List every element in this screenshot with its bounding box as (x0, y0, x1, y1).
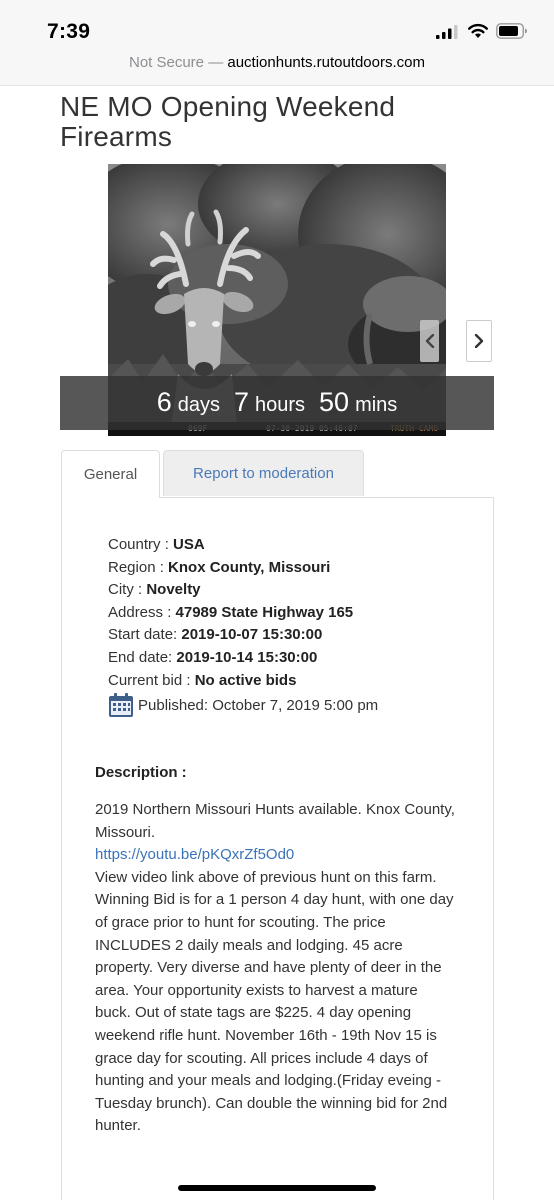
countdown-hours-unit: hours (255, 394, 306, 416)
chevron-right-icon (474, 334, 484, 348)
url-host: auctionhunts.rutoutdoors.com (227, 54, 425, 71)
tab-report-to-moderation[interactable]: Report to moderation (163, 450, 364, 496)
page-title: NE MO Opening Weekend Firearms (60, 91, 396, 152)
tab-general[interactable]: General (61, 450, 160, 498)
wifi-icon (468, 23, 488, 38)
gallery-next-button[interactable] (466, 320, 492, 362)
gallery-prev-button[interactable] (420, 320, 439, 362)
cellular-signal-icon (436, 25, 458, 39)
detail-address: Address : 47989 State Highway 165 (108, 603, 354, 621)
detail-end-date: End date: 2019-10-14 15:30:00 (108, 648, 318, 666)
detail-start-date: Start date: 2019-10-07 15:30:00 (108, 626, 323, 644)
detail-city: City : Novelty (108, 581, 201, 599)
detail-current-bid: Current bid : No active bids (108, 671, 297, 689)
auction-countdown: 6 days 7 hours 50 mins (60, 376, 494, 430)
countdown-mins-value: 50 (319, 387, 350, 417)
home-indicator[interactable] (178, 1185, 376, 1191)
detail-country: Country : USA (108, 536, 205, 553)
countdown-mins-unit: mins (355, 394, 398, 416)
chevron-left-icon (425, 334, 434, 348)
description-text: View video link above of previous hunt o… (95, 868, 454, 1135)
security-label: Not Secure — (128, 54, 224, 71)
countdown-days-unit: days (177, 394, 220, 416)
status-time: 7:39 (47, 20, 91, 43)
calendar-icon (109, 693, 133, 717)
published-date: Published: October 7, 2019 5:00 pm (108, 692, 378, 718)
countdown-days-value: 6 (156, 387, 172, 417)
address-bar[interactable]: Not Secure — auctionhunts.rutoutdoors.co… (0, 48, 554, 86)
published-text: Published: October 7, 2019 5:00 pm (138, 696, 379, 714)
description-intro: 2019 Northern Missouri Hunts available. … (95, 801, 455, 841)
video-link[interactable]: https://youtu.be/pKQxrZf5Od0 (95, 846, 294, 863)
detail-region: Region : Knox County, Missouri (108, 558, 331, 576)
description-body: 2019 Northern Missouri Hunts available. … (95, 799, 455, 1138)
status-bar: 7:39 (0, 0, 554, 48)
description-heading: Description : (95, 764, 187, 781)
listing-details: Country : USA Region : Knox County, Miss… (108, 534, 353, 692)
battery-icon (496, 23, 527, 39)
countdown-hours-value: 7 (233, 387, 249, 417)
